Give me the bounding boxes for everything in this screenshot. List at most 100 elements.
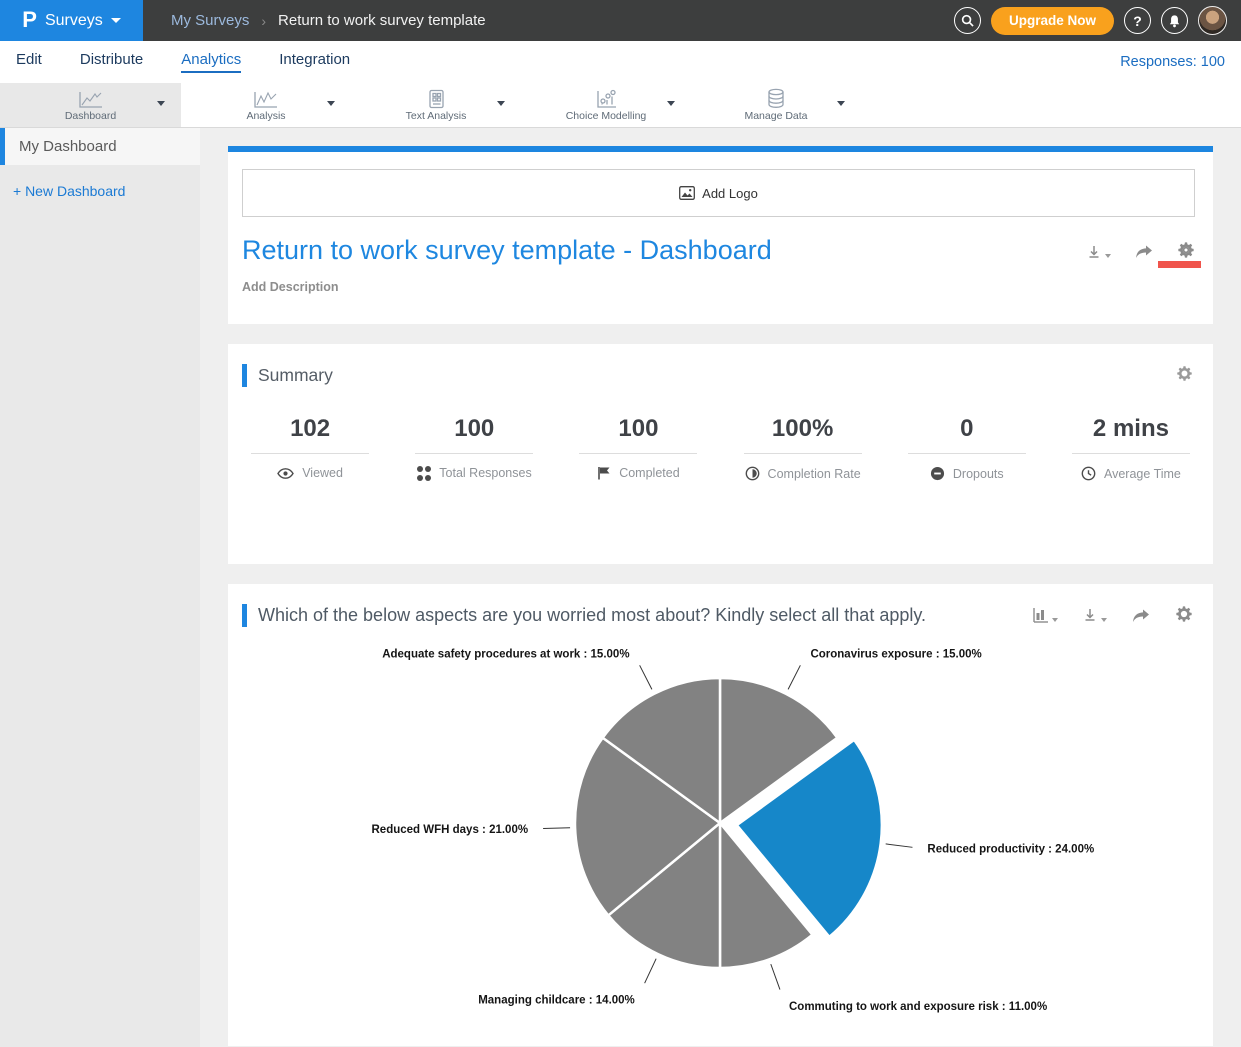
ribbon-dropdown-manage-data[interactable] — [837, 101, 845, 106]
ribbon-item-analysis[interactable]: Analysis — [181, 83, 351, 127]
metric-value: 102 — [228, 415, 392, 443]
gear-icon — [1175, 605, 1193, 623]
upgrade-now-button[interactable]: Upgrade Now — [991, 7, 1114, 35]
scatter-icon — [594, 89, 618, 109]
ribbon-item-manage-data[interactable]: Manage Data — [691, 83, 861, 127]
half-circle-icon — [745, 466, 760, 481]
line-chart-icon — [253, 89, 279, 109]
share-arrow-icon — [1131, 608, 1151, 624]
product-name: Surveys — [45, 12, 103, 30]
metric-dropouts: 0 Dropouts — [885, 415, 1049, 481]
help-button[interactable]: ? — [1124, 7, 1151, 34]
bar-chart-icon — [1032, 607, 1050, 624]
nav-tab-analytics[interactable]: Analytics — [181, 51, 241, 73]
ribbon-dropdown-dashboard[interactable] — [157, 101, 165, 106]
add-description-button[interactable]: Add Description — [242, 280, 1195, 294]
line-chart-icon — [78, 89, 104, 109]
summary-card: Summary 102 — [228, 344, 1213, 564]
share-button[interactable] — [1134, 244, 1154, 260]
summary-title: Summary — [258, 365, 333, 386]
ribbon-dropdown-text-analysis[interactable] — [497, 101, 505, 106]
metric-value: 100 — [392, 415, 556, 443]
export-download-button[interactable] — [1086, 244, 1111, 261]
section-accent — [242, 364, 247, 387]
add-logo-label: Add Logo — [702, 186, 758, 201]
download-icon — [1086, 244, 1103, 261]
chevron-down-icon — [111, 18, 121, 23]
chart-type-button[interactable] — [1032, 607, 1058, 624]
metric-viewed: 102 Viewed — [228, 415, 392, 481]
ribbon-item-text-analysis[interactable]: Text Analysis — [351, 83, 521, 127]
gear-icon — [1177, 241, 1195, 259]
sidebar-item-my-dashboard[interactable]: My Dashboard — [0, 128, 200, 165]
metric-average-time: 2 mins Average Time — [1049, 415, 1213, 481]
section-accent — [242, 604, 247, 627]
ribbon-dropdown-analysis[interactable] — [327, 101, 335, 106]
pie-slice-label: Coronavirus exposure : 15.00% — [810, 648, 981, 660]
pie-slice-label: Adequate safety procedures at work : 15.… — [382, 648, 629, 660]
ribbon-item-dashboard[interactable]: Dashboard — [0, 83, 181, 127]
gear-icon — [1176, 365, 1193, 382]
ribbon-label: Analysis — [246, 110, 285, 122]
clock-icon — [1081, 466, 1096, 481]
responses-count[interactable]: Responses: 100 — [1120, 54, 1225, 70]
image-icon — [679, 186, 695, 200]
chevron-down-icon — [1101, 618, 1107, 622]
metric-completed: 100 Completed — [556, 415, 720, 481]
new-dashboard-button[interactable]: + New Dashboard — [0, 165, 200, 199]
pie-slice-label: Reduced WFH days : 21.00% — [372, 824, 529, 836]
question-settings-button[interactable] — [1175, 605, 1193, 627]
ribbon-label: Choice Modelling — [566, 110, 647, 122]
question-download-button[interactable] — [1082, 607, 1107, 624]
eye-icon — [277, 468, 294, 479]
dashboard-title[interactable]: Return to work survey template - Dashboa… — [242, 235, 772, 266]
nav-tab-edit[interactable]: Edit — [16, 51, 42, 73]
question-mark-icon: ? — [1133, 13, 1142, 29]
breadcrumb-separator: › — [261, 13, 266, 29]
dashboard-header-card: Add Logo Return to work survey template … — [228, 152, 1213, 324]
pie-slice-label: Commuting to work and exposure risk : 11… — [789, 1001, 1047, 1013]
metric-label: Total Responses — [439, 466, 531, 480]
metric-value: 2 mins — [1049, 415, 1213, 443]
summary-settings-button[interactable] — [1176, 365, 1193, 386]
database-icon — [766, 89, 786, 109]
metric-label: Viewed — [302, 466, 343, 480]
product-switcher[interactable]: P Surveys — [0, 0, 143, 41]
download-icon — [1082, 607, 1099, 624]
sidebar-item-label: My Dashboard — [19, 138, 117, 155]
metric-value: 0 — [885, 415, 1049, 443]
metric-label: Average Time — [1104, 467, 1181, 481]
add-logo-button[interactable]: Add Logo — [242, 169, 1195, 217]
metric-label: Completed — [619, 466, 679, 480]
chevron-down-icon — [1105, 254, 1111, 258]
breadcrumb: My Surveys › Return to work survey templ… — [171, 12, 486, 29]
metric-value: 100% — [721, 415, 885, 443]
user-avatar[interactable] — [1198, 6, 1227, 35]
red-highlight-annotation — [1158, 261, 1201, 268]
dashboard-content: Add Logo Return to work survey template … — [200, 128, 1241, 1047]
nav-tab-distribute[interactable]: Distribute — [80, 51, 143, 73]
bell-icon — [1168, 14, 1181, 28]
search-icon — [961, 14, 974, 27]
document-grid-icon — [426, 89, 446, 109]
dots-icon — [417, 466, 432, 481]
nav-tab-integration[interactable]: Integration — [279, 51, 350, 73]
analytics-ribbon: Dashboard Analysis Text Analysis Choice … — [0, 83, 1241, 128]
pie-chart: Coronavirus exposure : 15.00% Reduced pro… — [228, 635, 1213, 1040]
share-arrow-icon — [1134, 244, 1154, 260]
breadcrumb-my-surveys[interactable]: My Surveys — [171, 12, 249, 29]
notifications-button[interactable] — [1161, 7, 1188, 34]
pie-slice-label: Reduced productivity : 24.00% — [927, 843, 1094, 855]
question-share-button[interactable] — [1131, 608, 1151, 624]
settings-gear-button[interactable] — [1177, 241, 1195, 263]
ribbon-item-choice-modelling[interactable]: Choice Modelling — [521, 83, 691, 127]
search-button[interactable] — [954, 7, 981, 34]
chevron-down-icon — [1052, 618, 1058, 622]
ribbon-label: Text Analysis — [406, 110, 467, 122]
metric-value: 100 — [556, 415, 720, 443]
ribbon-label: Manage Data — [744, 110, 807, 122]
ribbon-dropdown-choice-modelling[interactable] — [667, 101, 675, 106]
metric-total-responses: 100 Total Responses — [392, 415, 556, 481]
metric-label: Dropouts — [953, 467, 1004, 481]
question-card: Which of the below aspects are you worri… — [228, 584, 1213, 1046]
